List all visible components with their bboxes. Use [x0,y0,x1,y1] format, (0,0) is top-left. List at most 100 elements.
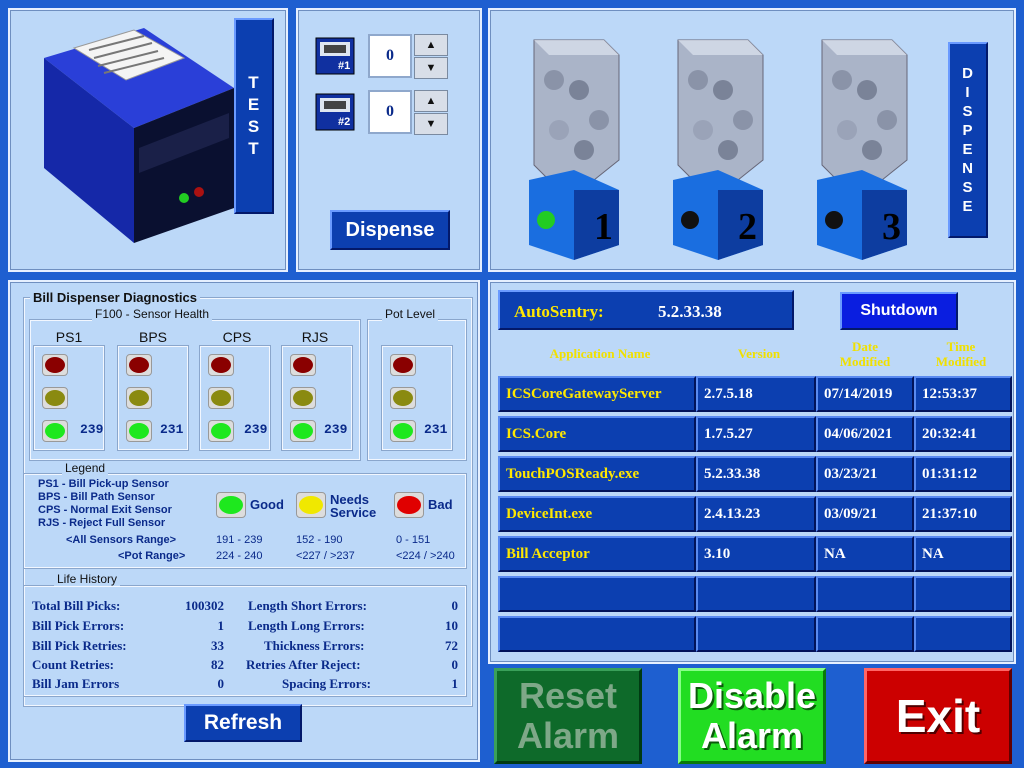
legend-bad-led [394,492,424,518]
cassette-panel: #1 0 ▲ ▼ #2 0 ▲ ▼ Dispense [296,8,482,272]
reset-alarm-button[interactable]: Reset Alarm [494,668,642,764]
chevron-up-icon: ▲ [425,95,437,107]
history-left-label-2: Bill Pick Retries: [32,638,127,653]
dispense-hoppers-button[interactable]: DISPENSE [948,42,988,238]
history-right-label-4: Spacing Errors: [282,676,371,691]
header-date: Date [852,339,878,354]
cassette-1-quantity[interactable]: 0 [368,34,412,78]
app-version-cell[interactable]: 1.7.5.27 [696,416,816,452]
range-good: 191 - 239 [216,534,263,546]
header-version: Version [737,346,781,361]
cassette-2-up-button[interactable]: ▲ [414,90,448,112]
app-name-cell[interactable]: Bill Acceptor [498,536,696,572]
history-right-value-0: 0 [451,598,459,613]
shutdown-button[interactable]: Shutdown [840,292,958,330]
app-name-cell[interactable]: TouchPOSReady.exe [498,456,696,492]
disable-alarm-line2: Alarm [700,715,804,756]
app-time-cell[interactable] [914,576,1012,612]
history-right-label-2: Thickness Errors: [264,638,365,653]
app-name-cell[interactable]: DeviceInt.exe [498,496,696,532]
hopper-panel: 1 2 3 DISPENSE [488,8,1016,272]
refresh-button[interactable]: Refresh [184,704,302,742]
header-application-name: Application Name [549,346,651,361]
legend-good-led [216,492,246,518]
history-left-label-4: Bill Jam Errors [32,676,120,691]
app-time-cell[interactable]: 21:37:10 [914,496,1012,532]
pot-range-label: <Pot Range> [118,550,186,562]
diagnostics-title: Bill Dispenser Diagnostics [30,290,200,305]
ps1-red-led [42,354,68,376]
history-left-label-1: Bill Pick Errors: [32,618,125,633]
history-right-value-3: 0 [451,657,459,672]
history-right-label-0: Length Short Errors: [248,598,367,613]
ps1-amber-led [42,387,68,409]
ps1-green-led [42,420,68,442]
range-bad: 0 - 151 [396,534,431,546]
app-date-cell[interactable]: 03/23/21 [816,456,914,492]
cassette-2-quantity[interactable]: 0 [368,90,412,134]
cassette-1-down-button[interactable]: ▼ [414,57,448,79]
app-date-cell[interactable] [816,576,914,612]
bps-red-led [126,354,152,376]
app-name-cell[interactable] [498,576,696,612]
app-version-cell[interactable]: 3.10 [696,536,816,572]
disable-alarm-button[interactable]: Disable Alarm [678,668,826,764]
app-name-cell[interactable]: ICSCoreGatewayServer [498,376,696,412]
app-version-cell[interactable] [696,616,816,652]
pot-range-good: 224 - 240 [216,550,263,562]
rjs-value: 239 [324,422,348,437]
history-left-label-0: Total Bill Picks: [32,598,121,613]
app-name-cell[interactable]: ICS.Core [498,416,696,452]
header-time: Time [946,339,976,354]
legend-needs-led [296,492,326,518]
autosentry-label: AutoSentry: [514,302,604,321]
app-time-cell[interactable]: 20:32:41 [914,416,1012,452]
history-right-value-2: 72 [445,638,458,653]
cassette-1-icon [315,37,355,75]
app-name-cell[interactable] [498,616,696,652]
dispense-cassette-button[interactable]: Dispense [330,210,450,250]
app-time-cell[interactable] [914,616,1012,652]
disable-alarm-line1: Disable [687,675,817,716]
app-date-cell[interactable]: 07/14/2019 [816,376,914,412]
rjs-green-led [290,420,316,442]
cassette-1-up-button[interactable]: ▲ [414,34,448,56]
legend-bad-label: Bad [428,497,453,512]
dispense-vertical-label: DISPENSE [962,65,974,215]
sensor-health-title: F100 - Sensor Health [92,307,213,321]
app-date-cell[interactable]: NA [816,536,914,572]
history-left-value-2: 33 [211,638,224,653]
app-version-cell[interactable]: 2.4.13.23 [696,496,816,532]
history-left-value-1: 1 [217,618,225,633]
cassette-2-icon [315,93,355,131]
diagnostics-panel: Bill Dispenser Diagnostics F100 - Sensor… [8,280,480,762]
test-button[interactable]: TEST [234,18,274,214]
exit-button[interactable]: Exit [864,668,1012,764]
app-version-cell[interactable]: 5.2.33.38 [696,456,816,492]
app-time-cell[interactable]: 01:31:12 [914,456,1012,492]
bps-amber-led [126,387,152,409]
app-date-cell[interactable]: 03/09/21 [816,496,914,532]
chevron-up-icon: ▲ [425,39,437,51]
history-right-value-4: 1 [451,676,459,691]
pot-level-title: Pot Level [382,307,439,321]
cassette-1-badge: #1 [338,60,351,72]
sensor-ps1-label: PS1 [55,329,83,345]
cassette-2-badge: #2 [338,116,351,128]
history-left-value-0: 100302 [185,598,224,613]
app-time-cell[interactable]: NA [914,536,1012,572]
sensor-cps-label: CPS [222,329,252,345]
app-date-cell[interactable]: 04/06/2021 [816,416,914,452]
pot-value: 231 [424,422,448,437]
app-date-cell[interactable] [816,616,914,652]
receipt-printer-image [44,28,234,243]
reset-alarm-line1: Reset [518,675,618,716]
cassette-2-down-button[interactable]: ▼ [414,113,448,135]
app-time-cell[interactable]: 12:53:37 [914,376,1012,412]
history-right-label-1: Length Long Errors: [248,618,365,633]
app-version-cell[interactable] [696,576,816,612]
cps-green-led [208,420,234,442]
hopper-3-indicator [825,211,843,229]
app-version-cell[interactable]: 2.7.5.18 [696,376,816,412]
hopper-3-number: 3 [882,206,901,248]
